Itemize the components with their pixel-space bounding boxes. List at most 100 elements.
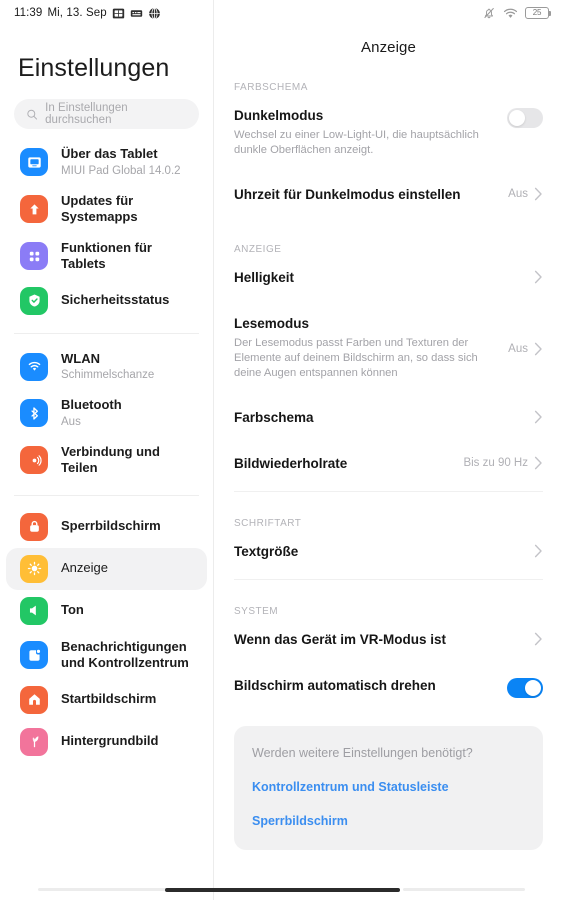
section-header-anzeige: ANZEIGE [234, 244, 282, 255]
chevron-right-icon [534, 187, 542, 201]
sidebar-item-wlan[interactable]: WLAN Schimmelschanze [6, 344, 207, 391]
row-control: Aus [508, 186, 543, 201]
section-header-farbschema: FARBSCHEMA [234, 82, 308, 93]
row-title: Bildwiederholrate [234, 456, 348, 471]
row-control [507, 107, 543, 128]
sidebar-item-sound[interactable]: Ton [6, 590, 207, 632]
row-title: Farbschema [234, 410, 314, 425]
sidebar-item-display[interactable]: Anzeige [6, 547, 207, 590]
row-title: Wenn das Gerät im VR-Modus ist [234, 632, 447, 647]
row-reading-mode[interactable]: Lesemodus Der Lesemodus passt Farben und… [234, 301, 543, 395]
sidebar-item-label: Bluetooth [61, 397, 122, 412]
sidebar-item-wallpaper[interactable]: Hintergrundbild [6, 721, 207, 763]
row-main: Bildwiederholrate [234, 455, 463, 473]
page-title: Einstellungen [18, 54, 170, 82]
row-title: Dunkelmodus [234, 108, 324, 123]
row-control [534, 409, 543, 424]
sidebar-item-label: Funktionen für Tablets [61, 239, 152, 272]
section-rows-schriftart: Textgröße [214, 529, 563, 575]
sidebar-divider-2 [14, 494, 199, 496]
row-control [534, 543, 543, 558]
suggestion-link-control-center[interactable]: Kontrollzentrum und Statusleiste [252, 778, 525, 796]
toggle-knob [525, 680, 541, 696]
row-control [534, 269, 543, 284]
row-main: Helligkeit [234, 269, 534, 287]
sidebar-item-connection-sharing[interactable]: Verbindung und Teilen [6, 437, 207, 484]
row-dark-mode-schedule[interactable]: Uhrzeit für Dunkelmodus einstellen Aus [234, 172, 543, 218]
row-control: Bis zu 90 Hz [463, 455, 543, 470]
sidebar-item-about-tablet[interactable]: Über das Tablet MIUI Pad Global 14.0.2 [6, 139, 207, 186]
sidebar-item-sublabel: Aus [61, 415, 81, 428]
sidebar-item-notifications-control-center[interactable]: Benachrichtigungen und Kontrollzentrum [6, 632, 207, 679]
shield-check-icon [20, 286, 48, 315]
sidebar-item-system-app-updates[interactable]: Updates für Systemapps [6, 186, 207, 233]
row-vr-mode[interactable]: Wenn das Gerät im VR-Modus ist [234, 617, 543, 663]
row-control [534, 631, 543, 646]
sidebar-group-3: Sperrbildschirm Anzeige Ton Benachrichti… [0, 506, 213, 763]
row-main: Textgröße [234, 543, 534, 561]
sidebar-item-lock-screen[interactable]: Sperrbildschirm [6, 506, 207, 548]
notification-icon [20, 641, 48, 669]
row-color-scheme[interactable]: Farbschema [234, 395, 543, 441]
row-value: Bis zu 90 Hz [463, 457, 528, 469]
row-title: Textgröße [234, 544, 299, 559]
sidebar-item-label: Benachrichtigungen und Kontrollzentrum [61, 638, 189, 671]
section-header-system: SYSTEM [234, 606, 279, 617]
dark-mode-toggle[interactable] [507, 108, 543, 128]
row-brightness[interactable]: Helligkeit [234, 255, 543, 301]
row-refresh-rate[interactable]: Bildwiederholrate Bis zu 90 Hz [234, 441, 543, 487]
row-main: Lesemodus Der Lesemodus passt Farben und… [234, 315, 508, 381]
sidebar-item-bluetooth[interactable]: Bluetooth Aus [6, 390, 207, 437]
row-control: Aus [508, 341, 543, 356]
home-gesture-bar[interactable] [165, 888, 400, 892]
sidebar-item-label: Startbildschirm [61, 691, 157, 707]
row-description: Wechsel zu einer Low-Light-UI, die haupt… [234, 129, 479, 156]
search-icon [27, 109, 38, 120]
row-main: Bildschirm automatisch drehen [234, 677, 507, 695]
search-input[interactable]: In Einstellungen durchsuchen [14, 99, 199, 129]
home-icon [20, 685, 48, 714]
sidebar-item-security-status[interactable]: Sicherheitsstatus [6, 280, 207, 322]
sidebar-scroll-indicator[interactable] [38, 888, 176, 891]
sidebar-item-sublabel: Schimmelschanze [61, 369, 155, 381]
row-value: Aus [508, 188, 528, 200]
bluetooth-icon [20, 399, 48, 428]
share-signal-icon [20, 446, 48, 474]
row-auto-rotate[interactable]: Bildschirm automatisch drehen [234, 663, 543, 712]
wifi-icon [20, 352, 48, 381]
sidebar-item-label: Sicherheitsstatus [61, 292, 170, 308]
lock-icon [20, 512, 48, 541]
row-dark-mode[interactable]: Dunkelmodus Wechsel zu einer Low-Light-U… [234, 93, 543, 172]
sidebar-item-label: WLAN [61, 350, 100, 366]
speaker-icon [20, 596, 48, 625]
row-title: Helligkeit [234, 270, 295, 285]
row-main: Dunkelmodus Wechsel zu einer Low-Light-U… [234, 107, 507, 158]
row-main: Uhrzeit für Dunkelmodus einstellen [234, 186, 508, 204]
row-text-size[interactable]: Textgröße [234, 529, 543, 575]
suggestion-question: Werden weitere Einstellungen benötigt? [252, 746, 473, 760]
chevron-right-icon [534, 342, 542, 355]
sidebar-item-home-screen[interactable]: Startbildschirm [6, 679, 207, 721]
detail-scroll-indicator[interactable] [403, 888, 525, 891]
row-description: Der Lesemodus passt Farben und Texturen … [234, 337, 478, 379]
sidebar-item-tablet-features[interactable]: Funktionen für Tablets [6, 233, 207, 280]
row-value: Aus [508, 342, 528, 355]
auto-rotate-toggle[interactable] [507, 678, 543, 698]
sidebar-item-label: Verbindung und Teilen [61, 443, 160, 476]
section-rows-anzeige: Helligkeit Lesemodus Der Lesemodus passt… [214, 255, 563, 487]
sidebar-item-label: Updates für Systemapps [61, 192, 138, 225]
section-header-schriftart: SCHRIFTART [234, 518, 302, 529]
search-placeholder: In Einstellungen durchsuchen [45, 102, 128, 126]
row-control [507, 677, 543, 698]
brightness-sun-icon [20, 554, 48, 583]
settings-screen: 11:39 Mi, 13. Sep 25 Einstellungen In Ei… [0, 0, 563, 900]
chevron-right-icon [534, 410, 542, 424]
row-title: Bildschirm automatisch drehen [234, 678, 436, 693]
sidebar-item-sublabel: MIUI Pad Global 14.0.2 [61, 164, 181, 177]
toggle-knob [509, 110, 525, 126]
chevron-right-icon [534, 544, 542, 558]
sidebar-item-label: Sperrbildschirm [61, 518, 161, 534]
suggestion-link-lock-screen[interactable]: Sperrbildschirm [252, 812, 525, 830]
chevron-right-icon [534, 270, 542, 284]
sidebar-item-label: Hintergrundbild [61, 733, 159, 749]
